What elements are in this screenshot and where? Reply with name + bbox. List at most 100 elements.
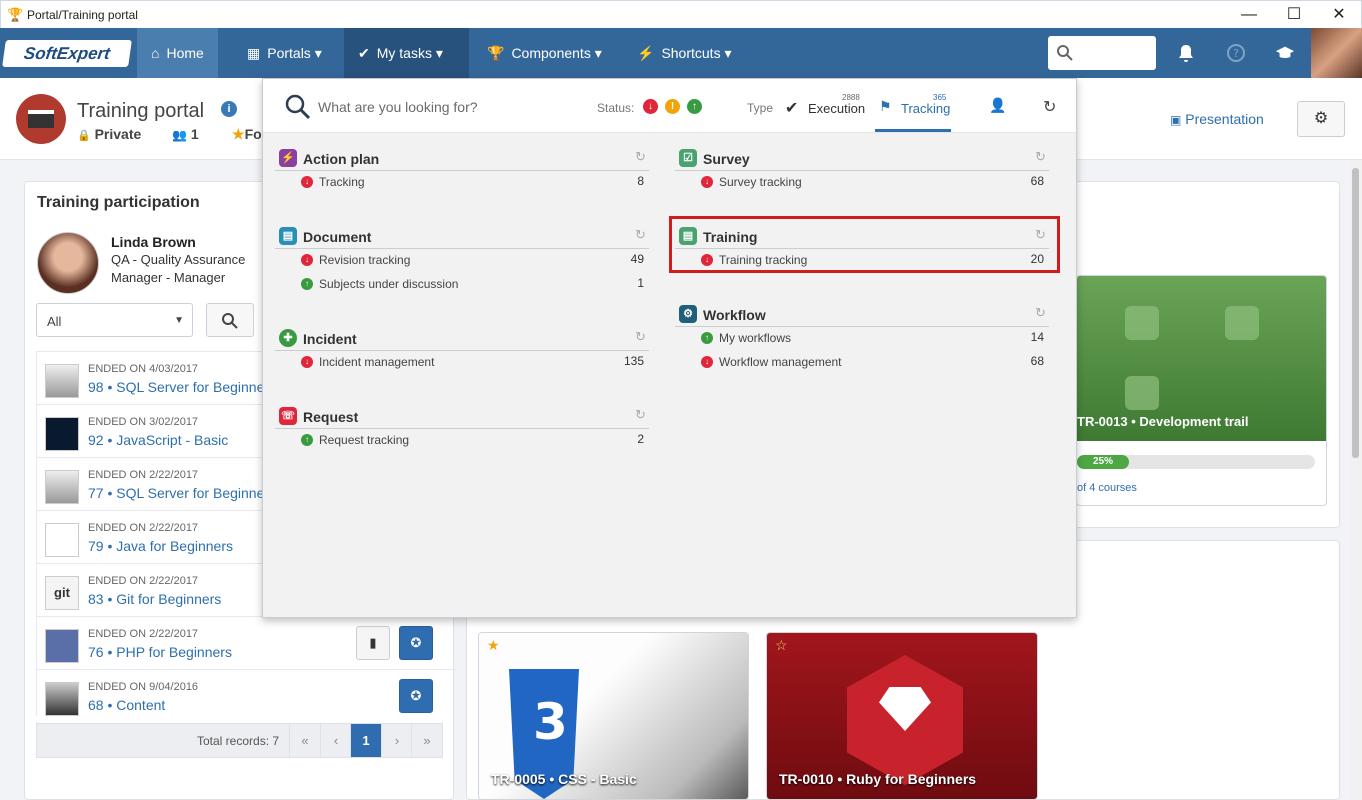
prev-page-button[interactable]: ‹ xyxy=(320,724,351,757)
refresh-icon[interactable]: ↻ xyxy=(1043,97,1056,117)
task-item[interactable]: Workflow management xyxy=(719,355,842,369)
nav-portals[interactable]: ▦ Portals ▾ xyxy=(233,28,336,78)
close-button[interactable]: ✕ xyxy=(1324,5,1354,25)
certificate-button[interactable]: ✪ xyxy=(399,626,433,660)
logo-text: SoftExpert xyxy=(22,44,112,63)
refresh-icon[interactable]: ↻ xyxy=(1035,305,1046,321)
certificate-button[interactable]: ✪ xyxy=(399,679,433,713)
scrollbar-thumb[interactable] xyxy=(1352,168,1359,458)
task-item[interactable]: Subjects under discussion xyxy=(319,277,458,291)
refresh-icon[interactable]: ↻ xyxy=(635,329,646,345)
training-link[interactable]: 77 • SQL Server for Beginners xyxy=(88,485,276,501)
nav-home[interactable]: ⌂ Home xyxy=(137,28,218,78)
task-count: 2 xyxy=(637,432,644,446)
filter-value: All xyxy=(47,314,62,329)
task-item[interactable]: Survey tracking xyxy=(719,175,802,189)
training-link[interactable]: 98 • SQL Server for Beginners xyxy=(88,379,276,395)
sql-server-thumbnail xyxy=(45,470,79,504)
training-link[interactable]: 83 • Git for Beginners xyxy=(88,591,221,607)
late-status-icon: ↓ xyxy=(701,176,713,188)
refresh-icon[interactable]: ↻ xyxy=(635,149,646,165)
status-warning-icon[interactable]: ! xyxy=(665,99,680,114)
task-item[interactable]: Revision tracking xyxy=(319,253,410,267)
total-records: Total records: 7 xyxy=(197,734,280,748)
training-link[interactable]: 76 • PHP for Beginners xyxy=(88,644,232,660)
task-count: 1 xyxy=(637,276,644,290)
next-page-button[interactable]: › xyxy=(381,724,412,757)
late-status-icon: ↓ xyxy=(301,356,313,368)
status-ontime-icon[interactable]: ↑ xyxy=(687,99,702,114)
clipboard-icon: ▮ xyxy=(369,635,377,650)
card-title: TR-0013 • Development trail xyxy=(1077,414,1249,429)
presentation-link[interactable]: ▣ Presentation xyxy=(1170,111,1264,127)
lock-icon: 🔒 xyxy=(77,130,91,142)
section-title: Survey xyxy=(703,151,750,167)
bell-icon[interactable] xyxy=(1176,43,1196,63)
ended-date: ENDED ON 2/22/2017 xyxy=(88,575,199,587)
task-count: 68 xyxy=(1030,174,1044,188)
favorite-text: Fo xyxy=(244,126,262,142)
global-search-input[interactable] xyxy=(1048,36,1156,70)
window-title: Portal/Training portal xyxy=(27,8,138,22)
softexpert-logo[interactable]: SoftExpert xyxy=(2,40,132,67)
page-1-button[interactable]: 1 xyxy=(350,724,381,757)
document-button[interactable]: ▮ xyxy=(356,626,390,660)
star-icon[interactable]: ★ xyxy=(487,637,500,654)
book-icon xyxy=(28,110,54,128)
maximize-button[interactable]: ☐ xyxy=(1279,5,1309,25)
task-search-input[interactable]: What are you looking for? xyxy=(318,99,478,115)
action-plan-icon: ⚡ xyxy=(279,149,297,167)
training-highlight-box xyxy=(669,216,1060,273)
refresh-icon[interactable]: ↻ xyxy=(635,227,646,243)
search-icon xyxy=(1057,45,1073,61)
list-item[interactable]: ENDED ON 2/22/2017 76 • PHP for Beginner… xyxy=(36,616,456,669)
task-item[interactable]: My workflows xyxy=(719,331,791,345)
sql-server-thumbnail xyxy=(45,364,79,398)
nav-my-tasks[interactable]: ✔ My tasks ▾ xyxy=(344,28,469,78)
minimize-button[interactable]: — xyxy=(1234,5,1264,25)
delegate-icon[interactable]: 👤 xyxy=(989,97,1006,114)
favorite-label[interactable]: ★Fo xyxy=(232,126,262,143)
list-item[interactable]: ENDED ON 9/04/2016 68 • Content ✪ xyxy=(36,669,456,716)
refresh-icon[interactable]: ↻ xyxy=(1035,149,1046,165)
svg-text:?: ? xyxy=(1233,47,1239,60)
task-item[interactable]: Request tracking xyxy=(319,433,409,447)
ended-date: ENDED ON 3/02/2017 xyxy=(88,416,199,428)
training-card[interactable]: 3 ★ TR-0005 • CSS - Basic xyxy=(478,632,749,800)
dropdown-toolbar: What are you looking for? Status: ↓ ! ↑ … xyxy=(263,79,1076,133)
training-card[interactable]: ☆ TR-0010 • Ruby for Beginners xyxy=(766,632,1038,800)
execution-tab[interactable]: Execution xyxy=(808,101,865,116)
task-item[interactable]: Tracking xyxy=(319,175,365,189)
graduation-cap-icon[interactable] xyxy=(1275,43,1295,63)
training-link[interactable]: 68 • Content xyxy=(88,697,165,713)
training-link[interactable]: 92 • JavaScript - Basic xyxy=(88,432,228,448)
info-icon[interactable]: i xyxy=(221,101,237,117)
progress-fill: 25% xyxy=(1077,455,1129,469)
training-card[interactable]: TR-0013 • Development trail 25% of 4 cou… xyxy=(1076,275,1327,506)
nav-components[interactable]: 🏆 Components ▾ xyxy=(473,28,616,78)
settings-button[interactable]: ⚙ xyxy=(1297,101,1345,137)
my-tasks-dropdown: What are you looking for? Status: ↓ ! ↑ … xyxy=(262,78,1077,618)
status-filter-select[interactable]: All ▼ xyxy=(36,303,193,337)
refresh-icon[interactable]: ↻ xyxy=(635,407,646,423)
help-icon[interactable]: ? xyxy=(1226,43,1246,63)
git-thumbnail: git xyxy=(45,576,79,610)
star-icon[interactable]: ☆ xyxy=(775,637,788,654)
tracking-tab-underline xyxy=(875,129,951,132)
gear-icon: ⚙ xyxy=(1313,110,1329,127)
nav-shortcuts[interactable]: ⚡ Shortcuts ▾ xyxy=(623,28,746,78)
training-link[interactable]: 79 • Java for Beginners xyxy=(88,538,233,554)
nav-my-tasks-label: My tasks ▾ xyxy=(376,45,443,61)
task-item[interactable]: Incident management xyxy=(319,355,434,369)
certificate-icon: ✪ xyxy=(410,635,422,650)
star-icon: ★ xyxy=(232,126,245,142)
status-late-icon[interactable]: ↓ xyxy=(643,99,658,114)
user-avatar[interactable] xyxy=(1311,28,1362,78)
participation-search-button[interactable] xyxy=(206,303,254,337)
incident-icon: ✚ xyxy=(279,329,297,347)
members-label[interactable]: 👥 1 xyxy=(172,126,199,142)
task-count: 14 xyxy=(1030,330,1044,344)
last-page-button[interactable]: » xyxy=(411,724,442,757)
first-page-button[interactable]: « xyxy=(289,724,320,757)
tracking-tab[interactable]: Tracking xyxy=(901,101,950,116)
